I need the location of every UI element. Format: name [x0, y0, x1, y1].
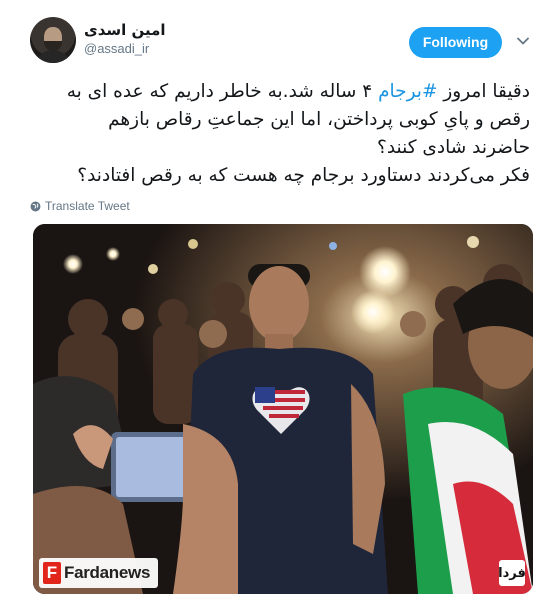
- display-name[interactable]: امین اسدی: [84, 20, 166, 40]
- user-handle[interactable]: @assadi_ir: [84, 40, 166, 58]
- tweet-text: دقیقا امروز #برجام ۴ ساله شد.به خاطر دار…: [30, 78, 530, 190]
- avatar[interactable]: [30, 17, 76, 63]
- translate-tweet-link[interactable]: Translate Tweet: [30, 199, 130, 213]
- tweet-photo[interactable]: F Fardanews فردا: [33, 224, 533, 594]
- watermark-initial: F: [43, 562, 61, 584]
- photo-scene: [33, 224, 533, 594]
- avatar-shoulders: [34, 50, 72, 63]
- tweet-card: امین اسدی @assadi_ir Following دقیقا امر…: [0, 0, 560, 601]
- tweet-line-4: فکر می‌کردند دستاورد برجام چه هست که به …: [77, 165, 530, 186]
- tweet-line-2: رقص و پایِ کوبی پرداختن، اما این جماعتِ …: [108, 109, 530, 130]
- tweet-line-1: دقیقا امروز #برجام ۴ ساله شد.به خاطر دار…: [30, 78, 530, 106]
- globe-icon: [30, 201, 41, 211]
- fardanews-watermark: F Fardanews: [39, 558, 159, 588]
- following-button[interactable]: Following: [409, 27, 502, 58]
- tweet-text-suffix: ۴ ساله شد.به خاطر داریم که عده ای به: [66, 81, 379, 102]
- tweet-line-3: حاضرند شادی کنند؟: [377, 137, 530, 158]
- corner-logo: فردا: [498, 560, 526, 586]
- tweet-header: امین اسدی @assadi_ir Following: [0, 0, 560, 72]
- user-names: امین اسدی @assadi_ir: [84, 20, 166, 58]
- tweet-text-prefix: دقیقا امروز: [437, 81, 530, 102]
- chevron-down-icon[interactable]: [516, 34, 530, 48]
- watermark-text: Fardanews: [64, 563, 151, 582]
- avatar-beard: [44, 41, 62, 51]
- translate-label[interactable]: Translate Tweet: [45, 199, 130, 213]
- hashtag-link[interactable]: #برجام: [378, 81, 437, 102]
